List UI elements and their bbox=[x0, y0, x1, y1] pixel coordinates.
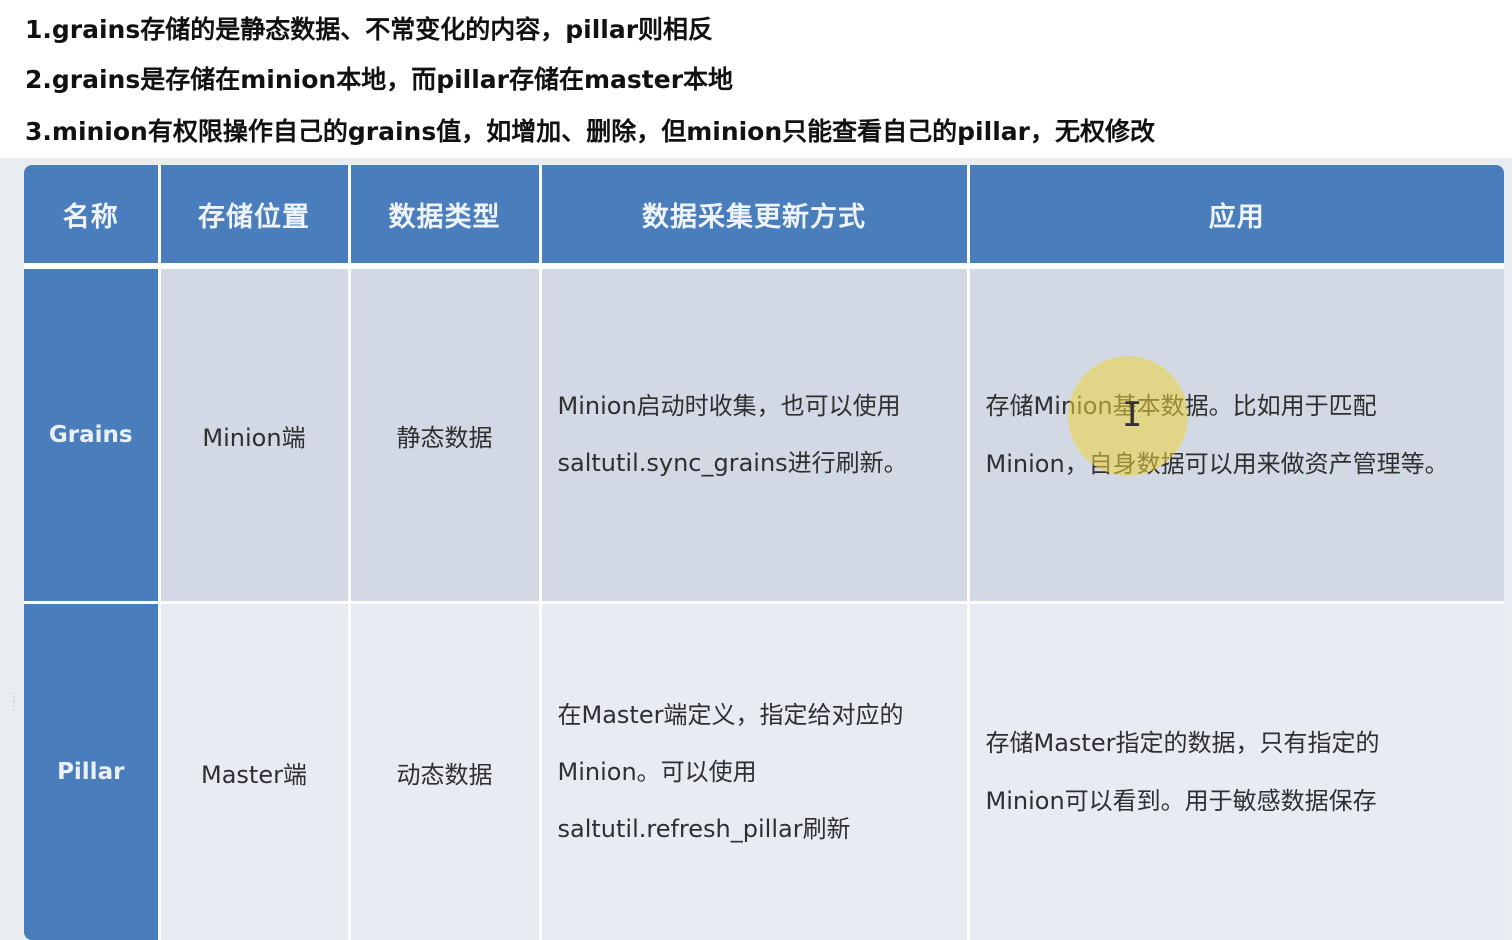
table-row-pillar: Pillar Master端 动态数据 在Master端定义，指定给对应的 Mi… bbox=[24, 602, 1504, 940]
note-line-2: 2.grains是存储在minion本地，而pillar存储在master本地 bbox=[25, 65, 734, 94]
note-line-3: 3.minion有权限操作自己的grains值，如增加、删除，但minion只能… bbox=[25, 117, 1155, 146]
table-row-grains: Grains Minion端 静态数据 Minion启动时收集，也可以使用 sa… bbox=[24, 266, 1504, 604]
comparison-table: 名称 存储位置 数据类型 数据采集更新方式 应用 Grains Minion端 … bbox=[24, 165, 1504, 940]
cell-update-pillar: 在Master端定义，指定给对应的 Minion。可以使用 saltutil.r… bbox=[540, 602, 970, 940]
notes-section: 1.grains存储的是静态数据、不常变化的内容，pillar则相反 2.gra… bbox=[0, 0, 1512, 158]
usage-line: Minion可以看到。用于敏感数据保存 bbox=[985, 787, 1377, 815]
usage-line: 存储Minion基本数据。比如用于匹配 bbox=[985, 392, 1377, 420]
header-name: 名称 bbox=[24, 165, 161, 269]
table-header-row: 名称 存储位置 数据类型 数据采集更新方式 应用 bbox=[24, 165, 1504, 269]
cell-data-type-pillar: 动态数据 bbox=[349, 602, 542, 940]
resize-grip-icon[interactable]: ⋮ ⋮ bbox=[9, 693, 19, 729]
note-line-1: 1.grains存储的是静态数据、不常变化的内容，pillar则相反 bbox=[25, 15, 714, 44]
cell-data-type-grains: 静态数据 bbox=[349, 266, 542, 604]
update-line: saltutil.sync_grains进行刷新。 bbox=[557, 449, 908, 477]
update-line: Minion启动时收集，也可以使用 bbox=[557, 392, 901, 420]
cell-name-grains: Grains bbox=[24, 266, 161, 604]
cell-name-pillar: Pillar bbox=[24, 602, 161, 940]
header-location: 存储位置 bbox=[159, 165, 351, 269]
header-data-type: 数据类型 bbox=[349, 165, 542, 269]
header-usage: 应用 bbox=[968, 165, 1504, 269]
cell-usage-grains: 存储Minion基本数据。比如用于匹配 Minion，自身数据可以用来做资产管理… bbox=[968, 266, 1504, 604]
usage-line: 存储Master指定的数据，只有指定的 bbox=[985, 729, 1380, 757]
cell-location-grains: Minion端 bbox=[159, 266, 351, 604]
update-line: 在Master端定义，指定给对应的 bbox=[557, 700, 904, 729]
cell-usage-pillar: 存储Master指定的数据，只有指定的 Minion可以看到。用于敏感数据保存 bbox=[968, 602, 1504, 940]
header-update-method: 数据采集更新方式 bbox=[540, 165, 970, 269]
usage-line: Minion，自身数据可以用来做资产管理等。 bbox=[985, 450, 1449, 478]
cell-location-pillar: Master端 bbox=[159, 602, 351, 940]
cell-update-grains: Minion启动时收集，也可以使用 saltutil.sync_grains进行… bbox=[540, 266, 970, 604]
update-line: saltutil.refresh_pillar刷新 bbox=[557, 814, 851, 843]
update-line: Minion。可以使用 bbox=[557, 757, 757, 786]
